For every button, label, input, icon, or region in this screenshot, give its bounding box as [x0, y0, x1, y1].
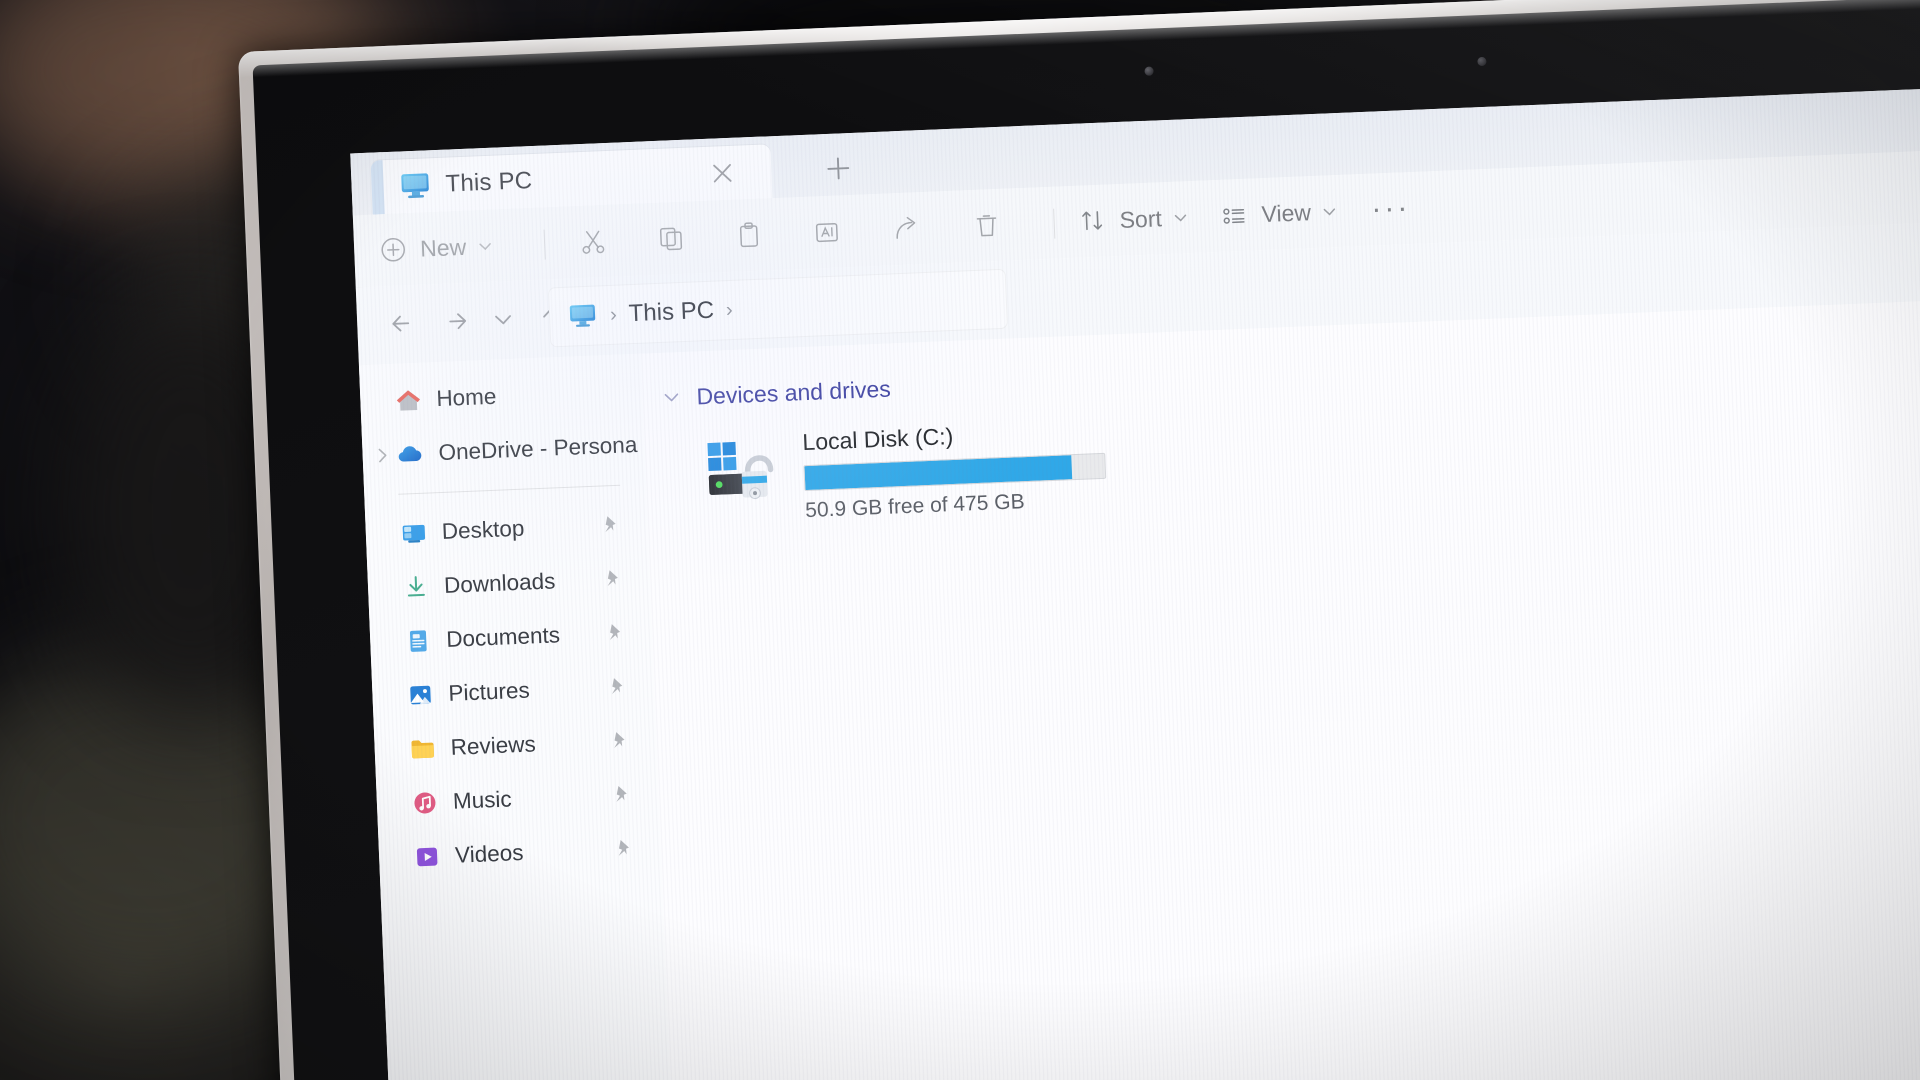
group-header-label: Devices and drives [695, 375, 892, 409]
drive-usage-bar [803, 452, 1107, 492]
share-button[interactable] [891, 206, 923, 251]
sidebar-item-label: Pictures [447, 677, 531, 706]
pin-icon[interactable] [601, 567, 624, 590]
desktop-icon [402, 524, 426, 543]
pictures-icon [410, 685, 431, 705]
music-icon [414, 792, 436, 814]
view-list-icon [1223, 208, 1245, 224]
breadcrumb-separator: › [609, 303, 618, 326]
overflow-label: ··· [1370, 191, 1412, 226]
new-tab-plus-icon[interactable] [821, 151, 856, 186]
rename-button[interactable] [811, 209, 843, 254]
sort-button[interactable]: Sort [1077, 195, 1191, 244]
toolbar-divider [543, 229, 546, 260]
sidebar-item-onedrive[interactable]: OneDrive - Persona [362, 418, 646, 484]
folder-icon [411, 740, 435, 759]
pin-icon[interactable] [608, 728, 631, 751]
navigation-pane: Home OneDrive - Persona Desktop Download… [358, 353, 674, 1080]
cut-button[interactable] [577, 219, 609, 264]
sidebar-divider [398, 484, 621, 495]
sidebar-item-label: Music [452, 786, 513, 814]
sort-label: Sort [1119, 204, 1163, 233]
back-arrow-icon[interactable] [382, 303, 424, 345]
clipboard-icon [739, 222, 759, 248]
file-list-pane[interactable]: Devices and drives Local Disk (C:) 50.9 … [640, 297, 1920, 1080]
scissors-icon [582, 230, 605, 254]
sidebar-item-label: Home [435, 383, 497, 412]
windows-drive-bitlocker-icon [707, 441, 774, 500]
explorer-body: Home OneDrive - Persona Desktop Download… [358, 297, 1920, 1080]
close-icon[interactable] [709, 160, 736, 187]
sidebar-item-label: Desktop [441, 515, 525, 545]
paste-button[interactable] [733, 213, 765, 258]
copy-icon [659, 227, 683, 251]
laptop-device: This PC New Sort View ··· › This PC › Ho… [238, 0, 1920, 1080]
tab-label: This PC [445, 167, 533, 198]
onedrive-icon [398, 446, 422, 462]
overflow-menu-button[interactable]: ··· [1371, 186, 1412, 232]
chevron-right-icon[interactable] [372, 445, 393, 466]
chevron-down-icon [479, 243, 491, 251]
drive-item-local-disk-c[interactable]: Local Disk (C:) 50.9 GB free of 475 GB [706, 415, 1140, 543]
sort-arrows-icon [1082, 211, 1103, 231]
tab-accent-bar [370, 160, 385, 215]
sidebar-item-label: OneDrive - Persona [438, 431, 638, 466]
copy-button[interactable] [655, 216, 687, 261]
monitor-icon [569, 304, 596, 327]
breadcrumb-this-pc[interactable]: This PC [628, 297, 714, 328]
chevron-down-icon [1174, 214, 1187, 222]
breadcrumb-separator[interactable]: › [726, 298, 734, 321]
sidebar-item-videos[interactable]: Videos [378, 820, 662, 886]
delete-button[interactable] [971, 203, 1003, 248]
new-label: New [419, 233, 467, 262]
share-icon [896, 216, 916, 239]
view-button[interactable]: View [1219, 189, 1340, 238]
pin-icon[interactable] [610, 782, 633, 805]
pin-icon[interactable] [599, 513, 622, 536]
document-icon [409, 630, 427, 652]
drive-usage-fill [804, 455, 1073, 491]
rename-icon [815, 222, 838, 243]
drive-free-space-text: 50.9 GB free of 475 GB [804, 490, 1026, 523]
recent-locations-chevron-icon[interactable] [482, 299, 524, 341]
sidebar-item-label: Downloads [443, 568, 556, 598]
download-icon [407, 576, 425, 597]
new-button[interactable]: New [377, 224, 495, 273]
plus-circle-icon [381, 238, 405, 262]
monitor-icon [401, 173, 429, 199]
chevron-down-icon [1324, 208, 1336, 216]
drive-name: Local Disk (C:) [801, 423, 954, 456]
trash-icon [976, 215, 997, 237]
home-icon [396, 390, 420, 411]
video-icon [416, 847, 438, 867]
pin-icon[interactable] [606, 675, 629, 698]
toolbar-divider [1053, 208, 1056, 239]
sidebar-item-label: Documents [445, 622, 561, 652]
sidebar-item-label: Videos [454, 839, 524, 868]
sidebar-item-label: Reviews [450, 731, 537, 760]
pin-icon[interactable] [604, 621, 627, 644]
breadcrumb[interactable]: › This PC › [547, 268, 1008, 348]
file-explorer-window: This PC New Sort View ··· › This PC › Ho… [350, 85, 1920, 1080]
photo-of-laptop-screen: This PC New Sort View ··· › This PC › Ho… [0, 0, 1920, 1080]
chevron-down-icon[interactable] [660, 386, 683, 409]
view-label: View [1260, 198, 1312, 227]
pin-icon[interactable] [613, 836, 636, 859]
forward-arrow-icon[interactable] [434, 301, 476, 343]
